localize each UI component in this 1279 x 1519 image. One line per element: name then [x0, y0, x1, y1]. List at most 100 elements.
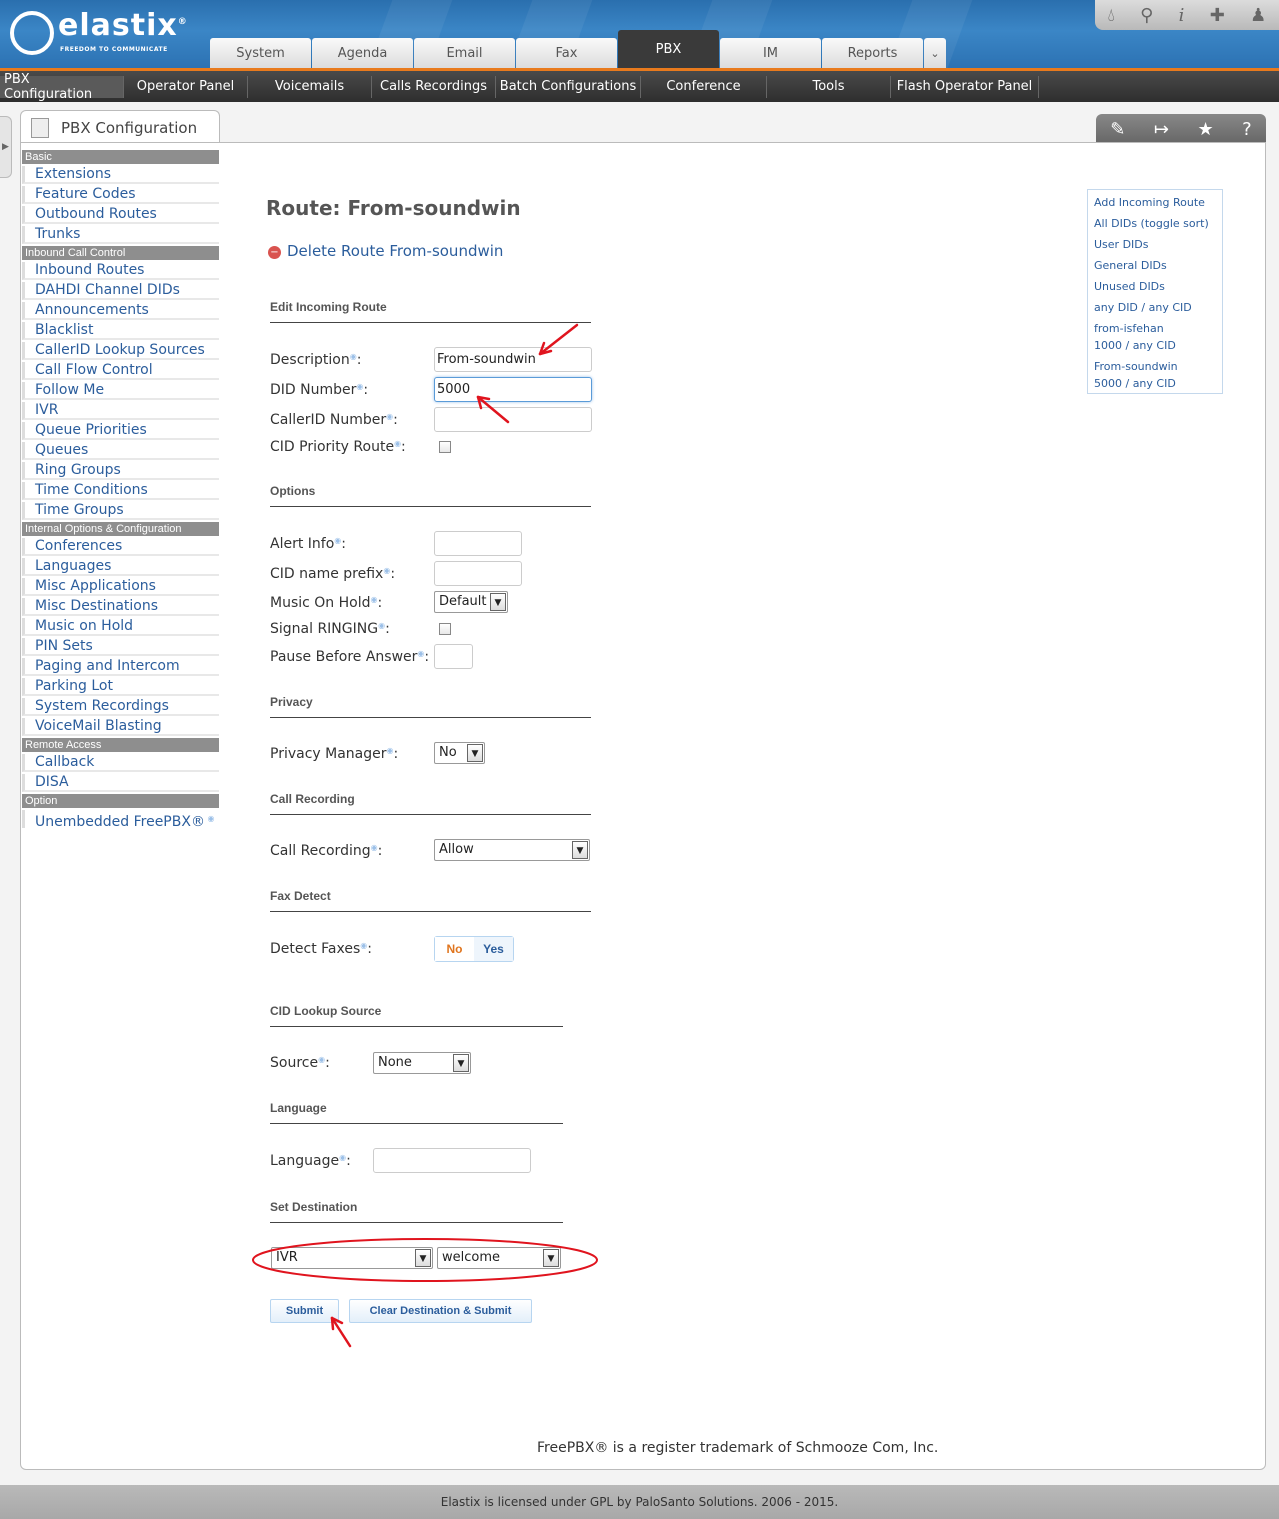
- export-icon[interactable]: ↦: [1154, 119, 1169, 140]
- sidebar-item-outbound-routes[interactable]: Outbound Routes: [22, 206, 219, 224]
- help-icon: ◉: [360, 941, 368, 950]
- sidebar-item-voicemail-blasting[interactable]: VoiceMail Blasting: [22, 718, 219, 736]
- user-icon[interactable]: ♟: [1250, 5, 1266, 26]
- tab-email[interactable]: Email: [414, 38, 515, 68]
- language-field[interactable]: [373, 1148, 531, 1173]
- sidebar-item-conferences[interactable]: Conferences: [22, 538, 219, 556]
- panel-header: PBX Configuration ✎ ↦ ★ ?: [20, 110, 1266, 144]
- subnav-batch-configurations[interactable]: Batch Configurations: [496, 75, 641, 98]
- sidebar-item-dahdi-channel-dids[interactable]: DAHDI Channel DIDs: [22, 282, 219, 300]
- tab-im[interactable]: IM: [720, 38, 821, 68]
- source-select[interactable]: None ▼: [373, 1052, 471, 1074]
- tabs-more-chevron-icon[interactable]: ⌄: [924, 38, 946, 68]
- all-dids-link[interactable]: All DIDs (toggle sort): [1094, 215, 1216, 232]
- tab-agenda[interactable]: Agenda: [312, 38, 413, 68]
- sidebar-item-queues[interactable]: Queues: [22, 442, 219, 460]
- sidebar-item-pin-sets[interactable]: PIN Sets: [22, 638, 219, 656]
- sidebar-item-disa[interactable]: DISA: [22, 774, 219, 792]
- star-icon[interactable]: ★: [1197, 119, 1213, 140]
- submit-button[interactable]: Submit: [270, 1299, 339, 1323]
- privacy-manager-select[interactable]: No ▼: [434, 742, 485, 764]
- search-icon[interactable]: ⚲: [1140, 5, 1153, 26]
- subnav-tools[interactable]: Tools: [767, 75, 891, 98]
- sidebar-item-queue-priorities[interactable]: Queue Priorities: [22, 422, 219, 440]
- subnav-conference[interactable]: Conference: [641, 75, 767, 98]
- sidebar-item-misc-applications[interactable]: Misc Applications: [22, 578, 219, 596]
- callerid-number-field[interactable]: [434, 407, 592, 432]
- destination-type-select[interactable]: IVR ▼: [271, 1247, 433, 1269]
- tab-reports[interactable]: Reports: [822, 38, 923, 68]
- sidebar-item-feature-codes[interactable]: Feature Codes: [22, 186, 219, 204]
- edit-icon[interactable]: ✎: [1110, 119, 1125, 140]
- sidebar-section-option: Option: [22, 794, 219, 808]
- elastix-logo[interactable]: elastix® FREEDOM TO COMMUNICATE: [10, 8, 190, 62]
- call-recording-select[interactable]: Allow ▼: [434, 839, 590, 861]
- subnav-operator-panel[interactable]: Operator Panel: [124, 75, 248, 98]
- general-dids-link[interactable]: General DIDs: [1094, 257, 1216, 274]
- help-icon: ◉: [383, 566, 391, 575]
- clear-destination-submit-button[interactable]: Clear Destination & Submit: [349, 1299, 532, 1323]
- sidebar-item-misc-destinations[interactable]: Misc Destinations: [22, 598, 219, 616]
- info-icon[interactable]: i: [1179, 5, 1185, 26]
- sidebar-item-callerid-lookup-sources[interactable]: CallerID Lookup Sources: [22, 342, 219, 360]
- description-field[interactable]: From-soundwin: [434, 347, 592, 372]
- sidebar-item-languages[interactable]: Languages: [22, 558, 219, 576]
- cid-priority-route-checkbox[interactable]: [439, 441, 451, 453]
- drop-icon[interactable]: 💧︎: [1108, 5, 1115, 26]
- collapse-sidebar-handle[interactable]: ▶: [0, 116, 12, 178]
- section-fax-detect: Fax Detect: [270, 889, 591, 912]
- destination-value-select[interactable]: welcome ▼: [437, 1247, 561, 1269]
- user-dids-link[interactable]: User DIDs: [1094, 236, 1216, 253]
- subnav-flash-operator-panel[interactable]: Flash Operator Panel: [891, 75, 1039, 98]
- sidebar-item-announcements[interactable]: Announcements: [22, 302, 219, 320]
- tab-fax[interactable]: Fax: [516, 38, 617, 68]
- any-did-any-cid-link[interactable]: any DID / any CID: [1094, 299, 1216, 316]
- detect-faxes-yes[interactable]: Yes: [474, 937, 513, 961]
- signal-ringing-checkbox[interactable]: [439, 623, 451, 635]
- tab-pbx[interactable]: PBX: [618, 30, 719, 68]
- subnav-calls-recordings[interactable]: Calls Recordings: [372, 75, 496, 98]
- tab-system[interactable]: System: [210, 38, 311, 68]
- help-icon[interactable]: ?: [1242, 119, 1252, 140]
- route-from-soundwin-link[interactable]: From-soundwin: [1094, 358, 1216, 375]
- sidebar-item-call-flow-control[interactable]: Call Flow Control: [22, 362, 219, 380]
- unused-dids-link[interactable]: Unused DIDs: [1094, 278, 1216, 295]
- route-from-isfehan-did[interactable]: 1000 / any CID: [1094, 337, 1216, 354]
- route-from-isfehan-link[interactable]: from-isfehan: [1094, 320, 1216, 337]
- license-footer: Elastix is licensed under GPL by PaloSan…: [0, 1485, 1279, 1519]
- help-icon: ◉: [394, 439, 402, 448]
- alert-info-field[interactable]: [434, 531, 522, 556]
- help-icon: ◉: [334, 536, 342, 545]
- sidebar-item-parking-lot[interactable]: Parking Lot: [22, 678, 219, 696]
- subnav-pbx-configuration[interactable]: PBX Configuration: [0, 72, 124, 102]
- pause-before-answer-field[interactable]: [434, 644, 473, 669]
- sidebar-item-music-on-hold[interactable]: Music on Hold: [22, 618, 219, 636]
- sidebar-item-callback[interactable]: Callback: [22, 754, 219, 772]
- route-from-soundwin-did[interactable]: 5000 / any CID: [1094, 375, 1216, 392]
- sidebar-item-ivr[interactable]: IVR: [22, 402, 219, 420]
- delete-route-link[interactable]: − Delete Route From-soundwin: [268, 242, 503, 260]
- sidebar-item-inbound-routes[interactable]: Inbound Routes: [22, 262, 219, 280]
- sidebar-item-ring-groups[interactable]: Ring Groups: [22, 462, 219, 480]
- sidebar-item-time-groups[interactable]: Time Groups: [22, 502, 219, 520]
- sidebar-item-follow-me[interactable]: Follow Me: [22, 382, 219, 400]
- language-label: Language◉:: [270, 1153, 351, 1169]
- detect-faxes-no[interactable]: No: [435, 937, 474, 961]
- puzzle-icon[interactable]: ✚: [1210, 5, 1225, 26]
- sidebar-item-paging-and-intercom[interactable]: Paging and Intercom: [22, 658, 219, 676]
- call-recording-value: Allow: [439, 842, 474, 857]
- did-number-field[interactable]: 5000: [434, 377, 592, 402]
- sidebar-item-extensions[interactable]: Extensions: [22, 166, 219, 184]
- sidebar-item-trunks[interactable]: Trunks: [22, 226, 219, 244]
- add-incoming-route-link[interactable]: Add Incoming Route: [1094, 194, 1216, 211]
- sidebar-item-time-conditions[interactable]: Time Conditions: [22, 482, 219, 500]
- sidebar-item-blacklist[interactable]: Blacklist: [22, 322, 219, 340]
- help-icon: ◉: [370, 595, 378, 604]
- subnav-voicemails[interactable]: Voicemails: [248, 75, 372, 98]
- cid-name-prefix-field[interactable]: [434, 561, 522, 586]
- music-on-hold-select[interactable]: Default ▼: [434, 591, 508, 613]
- sidebar-item-unembedded-freepbx[interactable]: Unembedded FreePBX® ◉: [22, 810, 219, 830]
- sidebar: Basic Extensions Feature Codes Outbound …: [22, 150, 219, 830]
- sidebar-item-system-recordings[interactable]: System Recordings: [22, 698, 219, 716]
- help-icon: ◉: [378, 621, 386, 630]
